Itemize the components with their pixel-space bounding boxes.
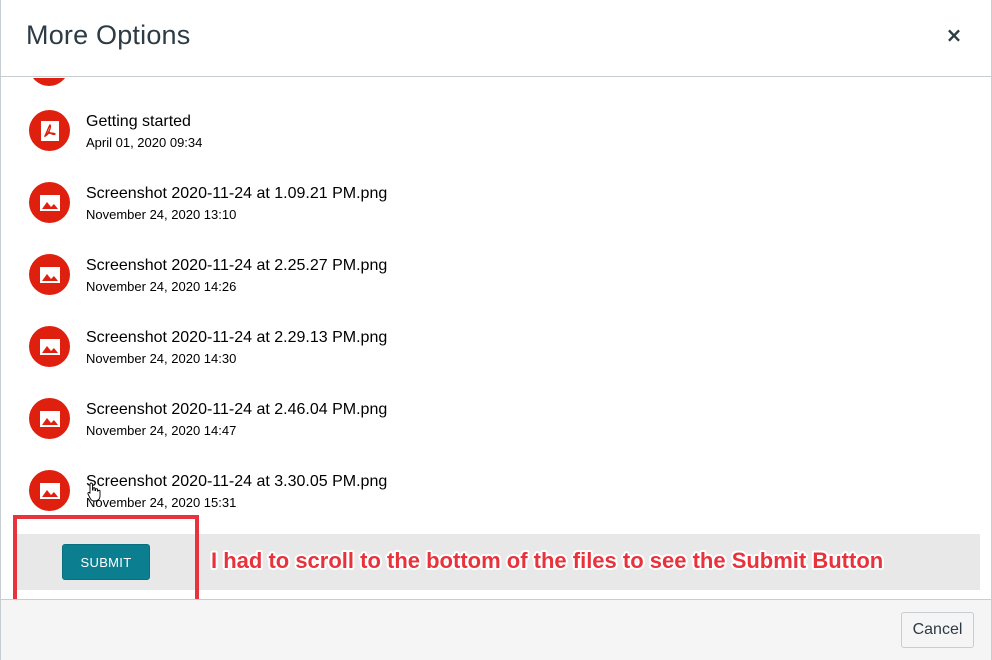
image-file-icon — [29, 182, 70, 223]
dialog-header: More Options × — [1, 0, 991, 77]
submit-button[interactable]: SUBMIT — [62, 544, 150, 580]
file-date: November 24, 2020 14:30 — [86, 351, 237, 366]
pdf-file-icon — [29, 110, 70, 151]
file-date: November 24, 2020 14:26 — [86, 279, 237, 294]
dialog-body[interactable]: Getting started April 01, 2020 09:34 Scr… — [1, 78, 991, 599]
close-button[interactable]: × — [941, 22, 967, 48]
image-file-icon — [29, 326, 70, 367]
file-item[interactable]: Screenshot 2020-11-24 at 2.46.04 PM.png … — [1, 398, 991, 458]
more-options-dialog: More Options × Getting started April 01,… — [0, 0, 992, 660]
file-item[interactable]: Getting started April 01, 2020 09:34 — [1, 110, 991, 170]
file-item[interactable]: Screenshot 2020-11-24 at 3.30.05 PM.png … — [1, 470, 991, 530]
file-date: November 24, 2020 13:10 — [86, 207, 237, 222]
close-icon: × — [945, 23, 963, 47]
file-name: Screenshot 2020-11-24 at 3.30.05 PM.png — [86, 473, 388, 490]
dialog-footer: Cancel — [1, 599, 991, 660]
dialog-title: More Options — [26, 20, 191, 50]
file-name: Screenshot 2020-11-24 at 2.46.04 PM.png — [86, 401, 388, 418]
file-date: November 24, 2020 14:47 — [86, 423, 237, 438]
file-name: Screenshot 2020-11-24 at 2.25.27 PM.png — [86, 257, 388, 274]
file-name: Screenshot 2020-11-24 at 1.09.21 PM.png — [86, 185, 388, 202]
image-file-icon — [29, 470, 70, 511]
cancel-button[interactable]: Cancel — [901, 612, 974, 648]
file-date: April 01, 2020 09:34 — [86, 135, 203, 150]
image-file-icon — [29, 398, 70, 439]
file-item[interactable]: Screenshot 2020-11-24 at 2.29.13 PM.png … — [1, 326, 991, 386]
file-date: November 24, 2020 15:31 — [86, 495, 237, 510]
image-file-icon — [29, 254, 70, 295]
annotation-text: I had to scroll to the bottom of the fil… — [211, 548, 884, 573]
file-item[interactable]: Screenshot 2020-11-24 at 1.09.21 PM.png … — [1, 182, 991, 242]
file-icon-partial — [29, 78, 69, 86]
file-name: Screenshot 2020-11-24 at 2.29.13 PM.png — [86, 329, 388, 346]
file-name: Getting started — [86, 113, 191, 130]
file-item[interactable]: Screenshot 2020-11-24 at 2.25.27 PM.png … — [1, 254, 991, 314]
